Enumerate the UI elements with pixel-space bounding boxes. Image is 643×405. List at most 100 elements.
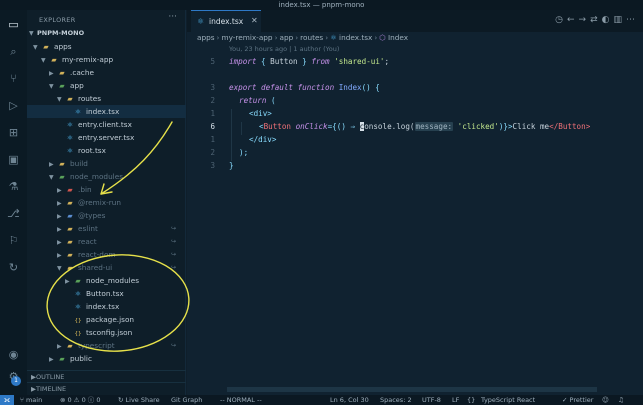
live-share-icon[interactable]: ↻ bbox=[7, 261, 20, 274]
breadcrumb-item[interactable]: routes bbox=[300, 33, 323, 42]
tree-item[interactable]: {} tsconfig.json bbox=[27, 326, 186, 339]
remote-icon[interactable]: ⟗ bbox=[0, 395, 14, 405]
tree-item[interactable]: ▼ ▰ routes bbox=[27, 92, 186, 105]
symlink-icon: ↪ bbox=[170, 342, 176, 349]
tree-item[interactable]: {} package.json bbox=[27, 313, 186, 326]
code-line[interactable]: ); bbox=[239, 148, 248, 157]
symlink-icon: ↪ bbox=[170, 251, 176, 258]
editor-actions: ◷←→⇄◐▥⋯ bbox=[555, 15, 639, 25]
line-number: 2 bbox=[210, 148, 215, 157]
symlink-icon: ↪ bbox=[170, 225, 176, 232]
files-icon[interactable]: ▭ bbox=[7, 18, 20, 31]
source-control-icon[interactable]: ⑂ bbox=[7, 72, 20, 85]
explorer-sidebar: EXPLORER ··· ▼ PNPM-MONO ▼ ▰ apps ▼ ▰ my-remix… bbox=[27, 10, 186, 395]
end-of-line[interactable]: LF bbox=[452, 395, 459, 405]
folder-icon: ▰ bbox=[59, 355, 65, 363]
tree-item[interactable]: ⚛ entry.server.tsx bbox=[27, 131, 186, 144]
notifications-bell-icon[interactable]: ♫ bbox=[618, 395, 624, 405]
tree-item-label: Button.tsx bbox=[86, 289, 124, 298]
remote-explorer-icon[interactable]: ▣ bbox=[7, 153, 20, 166]
breadcrumb-item[interactable]: Index bbox=[388, 33, 408, 42]
breadcrumb-item[interactable]: app bbox=[279, 33, 293, 42]
tree-item-label: app bbox=[70, 81, 84, 90]
tree-item[interactable]: ▶ ▰ eslint ↪ bbox=[27, 222, 186, 235]
code-line[interactable]: return ( bbox=[239, 96, 276, 105]
outline-section[interactable]: ▶OUTLINE bbox=[27, 370, 186, 382]
indentation[interactable]: Spaces: 2 bbox=[380, 395, 412, 405]
tree-item[interactable]: ▶ ▰ typescript ↪ bbox=[27, 339, 186, 352]
language-braces-icon[interactable]: {} bbox=[467, 395, 475, 405]
tree-item[interactable]: ▶ ▰ @remix-run bbox=[27, 196, 186, 209]
tree-item[interactable]: ⚛ Button.tsx bbox=[27, 287, 186, 300]
timeline-icon[interactable]: ◷ bbox=[555, 15, 567, 25]
code-line-current[interactable]: <Button onClick={() ⇒ console.log(messag… bbox=[259, 122, 590, 131]
breadcrumb-item[interactable]: index.tsx bbox=[339, 33, 372, 42]
tree-item[interactable]: ▶ ▰ react ↪ bbox=[27, 235, 186, 248]
cursor-position[interactable]: Ln 6, Col 30 bbox=[330, 395, 369, 405]
tab-index-tsx[interactable]: ⚛ index.tsx ✕ bbox=[191, 10, 261, 32]
code-line[interactable]: export default function Index() { bbox=[229, 83, 380, 92]
tree-item[interactable]: ▶ ▰ .cache bbox=[27, 66, 186, 79]
git-graph-icon[interactable]: ⎇ bbox=[7, 207, 20, 220]
breadcrumb-item[interactable]: apps bbox=[197, 33, 215, 42]
horizontal-scrollbar[interactable] bbox=[227, 387, 597, 392]
run-debug-icon[interactable]: ▷ bbox=[7, 99, 20, 112]
codelens-blame[interactable]: You, 23 hours ago | 1 author (You) bbox=[229, 45, 339, 53]
tree-item[interactable]: ▼ ▰ shared-ui ↪ bbox=[27, 261, 186, 274]
feedback-icon[interactable]: ☺ bbox=[602, 395, 609, 405]
more-actions-icon[interactable]: ··· bbox=[168, 12, 177, 22]
live-share-status[interactable]: ↻ Live Share bbox=[118, 395, 160, 405]
close-icon[interactable]: ✕ bbox=[251, 16, 258, 25]
language-mode[interactable]: TypeScript React bbox=[481, 395, 535, 405]
code-line[interactable]: </div> bbox=[249, 135, 276, 144]
tree-item-label: react bbox=[78, 237, 97, 246]
breadcrumb-item[interactable]: my-remix-app bbox=[221, 33, 272, 42]
code-line[interactable]: <div> bbox=[249, 109, 272, 118]
tree-item[interactable]: ⚛ root.tsx bbox=[27, 144, 186, 157]
tree-item[interactable]: ▶ ▰ node_modules bbox=[27, 274, 186, 287]
open-changes-icon[interactable]: ◐ bbox=[602, 15, 614, 25]
tree-item[interactable]: ▶ ▰ build bbox=[27, 157, 186, 170]
line-number: 5 bbox=[210, 57, 215, 66]
tree-item-label: .cache bbox=[70, 68, 94, 77]
more-icon[interactable]: ⋯ bbox=[626, 15, 639, 25]
tree-item[interactable]: ⚛ index.tsx bbox=[27, 105, 186, 118]
problems-status[interactable]: ⊗ 0 ⚠ 0 ⓘ 0 bbox=[60, 395, 101, 405]
tree-item-label: node_modules bbox=[86, 276, 140, 285]
outline-label: OUTLINE bbox=[36, 373, 65, 381]
timeline-section[interactable]: ▶TIMELINE bbox=[27, 382, 186, 394]
search-icon[interactable]: ⌕ bbox=[7, 45, 20, 58]
tree-item[interactable]: ▶ ▰ react-dom ↪ bbox=[27, 248, 186, 261]
tree-item[interactable]: ▼ ▰ app bbox=[27, 79, 186, 92]
breadcrumb: apps › my-remix-app › app › routes › ⚛ index.tsx… bbox=[197, 33, 409, 42]
git-graph-status[interactable]: Git Graph bbox=[171, 395, 202, 405]
code-line[interactable]: } bbox=[229, 161, 234, 170]
tree-item[interactable]: ▼ ▰ my-remix-app bbox=[27, 53, 186, 66]
account-icon[interactable]: ◉ bbox=[7, 348, 20, 361]
activity-bar: ▭ ⌕ ⑂ ▷ ⊞ ▣ ⚗ ⎇ ⚐ ↻ ◉ ⚙ 1 bbox=[0, 10, 27, 395]
tree-item[interactable]: ▶ ▰ public bbox=[27, 352, 186, 365]
tree-item[interactable]: ⚛ index.tsx bbox=[27, 300, 186, 313]
tree-item[interactable]: ▶ ▰ @types bbox=[27, 209, 186, 222]
go-back-icon[interactable]: ← bbox=[567, 15, 579, 25]
bookmark-icon[interactable]: ⚐ bbox=[7, 234, 20, 247]
go-forward-icon[interactable]: → bbox=[579, 15, 591, 25]
workspace-root[interactable]: ▼ PNPM-MONO bbox=[27, 27, 186, 40]
tab-label: index.tsx bbox=[209, 17, 244, 26]
branch-status[interactable]: ⑂ main bbox=[20, 395, 42, 405]
extensions-icon[interactable]: ⊞ bbox=[7, 126, 20, 139]
split-editor-icon[interactable]: ▥ bbox=[613, 15, 626, 25]
prettier-status[interactable]: ✓ Prettier bbox=[562, 395, 593, 405]
tree-item[interactable]: ▼ ▰ node_modules bbox=[27, 170, 186, 183]
tree-item[interactable]: ▶ ▰ .bin bbox=[27, 183, 186, 196]
tree-item-label: build bbox=[70, 159, 88, 168]
tree-item-label: index.tsx bbox=[86, 107, 120, 116]
encoding[interactable]: UTF-8 bbox=[422, 395, 441, 405]
tree-item-label: my-remix-app bbox=[62, 55, 114, 64]
testing-icon[interactable]: ⚗ bbox=[7, 180, 20, 193]
git-compare-icon[interactable]: ⇄ bbox=[590, 15, 602, 25]
check-double-icon: ✓ bbox=[562, 396, 570, 404]
tree-item[interactable]: ▼ ▰ apps bbox=[27, 40, 186, 53]
tree-item[interactable]: ⚛ entry.client.tsx bbox=[27, 118, 186, 131]
code-line[interactable]: import { Button } from 'shared-ui'; bbox=[229, 57, 389, 66]
